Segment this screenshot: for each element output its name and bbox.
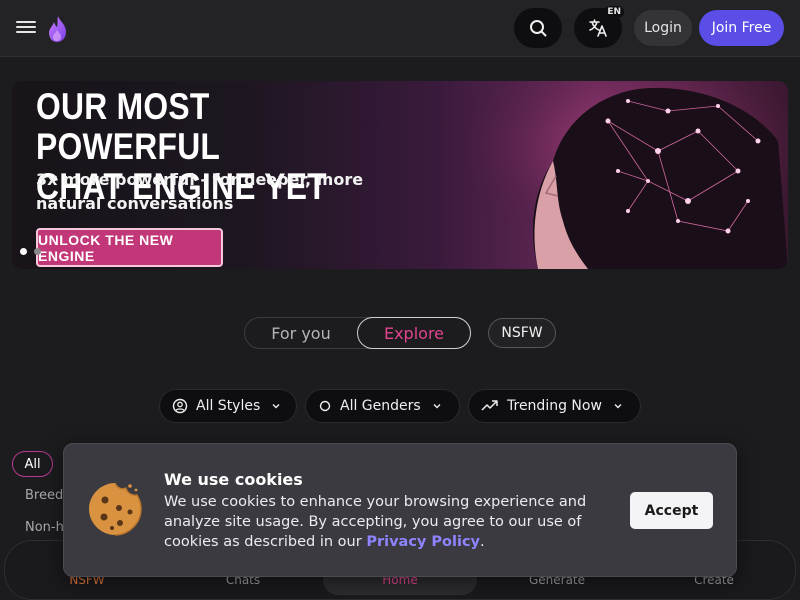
tab-explore[interactable]: Explore (357, 317, 471, 349)
genders-filter-label: All Genders (340, 398, 421, 414)
carousel-dot[interactable] (34, 248, 41, 255)
carousel-dot-active[interactable] (20, 248, 27, 255)
chevron-down-icon (612, 400, 624, 412)
cookie-icon (89, 482, 142, 536)
category-item[interactable]: Breedi (25, 488, 67, 503)
chevron-down-icon (270, 400, 282, 412)
banner-artwork (458, 81, 788, 269)
trending-up-icon (481, 399, 499, 413)
category-chip-all[interactable]: All (12, 451, 53, 477)
sort-filter[interactable]: Trending Now (468, 389, 641, 423)
nsfw-toggle[interactable]: NSFW (488, 318, 556, 348)
search-button[interactable] (514, 8, 562, 48)
privacy-policy-link[interactable]: Privacy Policy (366, 534, 480, 550)
cookie-consent-dialog: We use cookies We use cookies to enhance… (63, 443, 737, 577)
tab-for-you[interactable]: For you (245, 318, 357, 348)
cookie-text: We use cookies to enhance your browsing … (164, 492, 614, 552)
styles-filter-label: All Styles (196, 398, 261, 414)
flame-logo-icon[interactable] (46, 15, 70, 43)
top-bar: EN Login Join Free (0, 0, 800, 57)
feed-tab-group: For you Explore (244, 317, 471, 349)
unlock-engine-button[interactable]: UNLOCK THE NEW ENGINE (36, 228, 223, 267)
cookie-title: We use cookies (164, 470, 303, 489)
circle-icon (318, 399, 332, 413)
cookie-text-end: . (480, 534, 485, 550)
language-badge: EN (604, 6, 624, 18)
language-button[interactable]: EN (574, 6, 624, 48)
search-icon (530, 20, 547, 37)
menu-icon[interactable] (16, 18, 36, 38)
banner-subtitle: 3x more powerful - for deeper, more natu… (36, 170, 364, 213)
styles-filter[interactable]: All Styles (159, 389, 297, 423)
user-circle-icon (172, 398, 188, 414)
chevron-down-icon (431, 400, 443, 412)
genders-filter[interactable]: All Genders (305, 389, 460, 423)
join-free-button[interactable]: Join Free (699, 10, 784, 46)
hero-banner[interactable]: OUR MOST POWERFUL CHAT ENGINE YET 3x mor… (12, 81, 788, 269)
accept-cookies-button[interactable]: Accept (630, 492, 713, 529)
sort-filter-label: Trending Now (507, 398, 602, 414)
translate-icon (589, 19, 607, 37)
login-button[interactable]: Login (634, 10, 692, 46)
